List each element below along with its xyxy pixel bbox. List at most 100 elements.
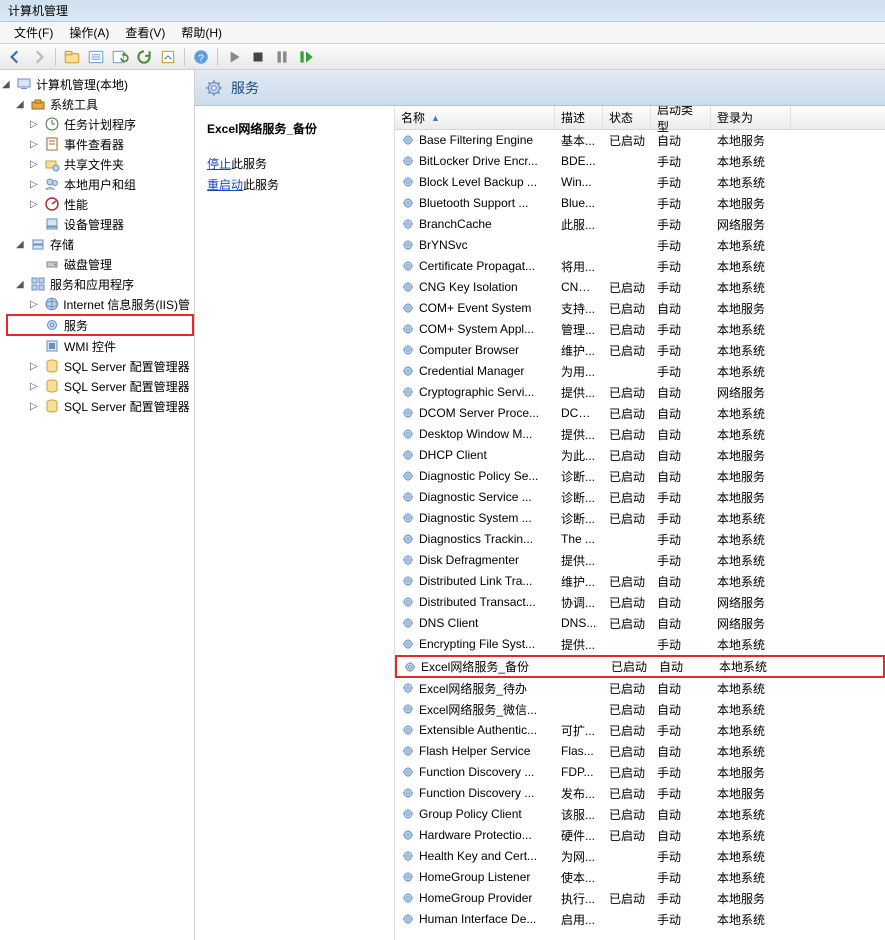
table-row[interactable]: Distributed Transact...协调...已启动自动网络服务 — [395, 592, 885, 613]
col-description[interactable]: 描述 — [555, 106, 603, 129]
expand-icon[interactable]: ▷ — [30, 119, 40, 130]
expand-icon[interactable]: ▷ — [30, 361, 40, 372]
table-row[interactable]: Function Discovery ...发布...已启动手动本地服务 — [395, 783, 885, 804]
tree-item[interactable]: ▷SQL Server 配置管理器 — [30, 376, 194, 396]
tree-item[interactable]: 磁盘管理 — [30, 254, 194, 274]
table-row[interactable]: BitLocker Drive Encr...BDE...手动本地系统 — [395, 151, 885, 172]
table-row[interactable]: DCOM Server Proce...DCO...已启动自动本地系统 — [395, 403, 885, 424]
table-row[interactable]: Excel网络服务_待办已启动自动本地系统 — [395, 678, 885, 699]
restart-link[interactable]: 重启动 — [207, 178, 243, 192]
table-row[interactable]: HomeGroup Listener使本...手动本地系统 — [395, 867, 885, 888]
list-rows[interactable]: Base Filtering Engine基本...已启动自动本地服务BitLo… — [395, 130, 885, 940]
expand-icon[interactable]: ▷ — [30, 179, 40, 190]
menu-item[interactable]: 帮助(H) — [173, 22, 230, 43]
tree-item[interactable]: ▷共享文件夹 — [30, 154, 194, 174]
service-logon: 本地服务 — [711, 132, 791, 149]
tree-item[interactable]: WMI 控件 — [30, 336, 194, 356]
table-row[interactable]: Block Level Backup ...Win...手动本地系统 — [395, 172, 885, 193]
table-row[interactable]: Distributed Link Tra...维护...已启动自动本地系统 — [395, 571, 885, 592]
list-button[interactable] — [85, 47, 107, 67]
tree-section[interactable]: ◢系统工具 — [16, 94, 194, 114]
table-row[interactable]: Excel网络服务_微信...已启动自动本地系统 — [395, 699, 885, 720]
table-row[interactable]: Diagnostic Service ...诊断...已启动手动本地服务 — [395, 487, 885, 508]
pause-button[interactable] — [271, 47, 293, 67]
expand-icon[interactable]: ▷ — [30, 139, 40, 150]
expand-icon[interactable]: ▷ — [30, 401, 40, 412]
tree-root[interactable]: ◢ 计算机管理(本地) — [2, 74, 194, 94]
refresh-list-button[interactable] — [109, 47, 131, 67]
table-row[interactable]: Computer Browser维护...已启动手动本地系统 — [395, 340, 885, 361]
collapse-icon[interactable]: ◢ — [16, 99, 26, 110]
table-row[interactable]: Health Key and Cert...为网...手动本地系统 — [395, 846, 885, 867]
service-startup: 手动 — [651, 510, 711, 527]
tree-item[interactable]: 设备管理器 — [30, 214, 194, 234]
table-row[interactable]: Encrypting File Syst...提供...手动本地系统 — [395, 634, 885, 655]
export-button[interactable] — [157, 47, 179, 67]
table-row[interactable]: DNS ClientDNS...已启动自动网络服务 — [395, 613, 885, 634]
table-row[interactable]: Disk Defragmenter提供...手动本地系统 — [395, 550, 885, 571]
table-row[interactable]: Hardware Protectio...硬件...已启动自动本地系统 — [395, 825, 885, 846]
table-row[interactable]: Cryptographic Servi...提供...已启动自动网络服务 — [395, 382, 885, 403]
expand-icon[interactable]: ▷ — [30, 381, 40, 392]
table-row[interactable]: HomeGroup Provider执行...已启动手动本地服务 — [395, 888, 885, 909]
restart-button[interactable] — [295, 47, 317, 67]
collapse-icon[interactable]: ◢ — [16, 239, 26, 250]
table-row[interactable]: Base Filtering Engine基本...已启动自动本地服务 — [395, 130, 885, 151]
table-row[interactable]: CNG Key IsolationCNG...已启动手动本地系统 — [395, 277, 885, 298]
table-row[interactable]: Flash Helper ServiceFlas...已启动自动本地系统 — [395, 741, 885, 762]
tree-item[interactable]: ▷SQL Server 配置管理器 — [30, 356, 194, 376]
expand-icon[interactable]: ▷ — [30, 159, 40, 170]
table-row[interactable]: Certificate Propagat...将用...手动本地系统 — [395, 256, 885, 277]
help-button[interactable]: ? — [190, 47, 212, 67]
table-row[interactable]: COM+ System Appl...管理...已启动手动本地系统 — [395, 319, 885, 340]
tree-section-label: 存储 — [50, 236, 74, 253]
table-row[interactable]: Diagnostic System ...诊断...已启动手动本地系统 — [395, 508, 885, 529]
table-row[interactable]: Bluetooth Support ...Blue...手动本地服务 — [395, 193, 885, 214]
tree-section[interactable]: ◢服务和应用程序 — [16, 274, 194, 294]
expand-icon[interactable]: ▷ — [30, 199, 40, 210]
tree-item[interactable]: 服务 — [6, 314, 194, 336]
service-status: 已启动 — [603, 447, 651, 464]
table-row[interactable]: Extensible Authentic...可扩...已启动手动本地系统 — [395, 720, 885, 741]
tree-item[interactable]: ▷性能 — [30, 194, 194, 214]
tree-item[interactable]: ▷本地用户和组 — [30, 174, 194, 194]
col-status[interactable]: 状态 — [603, 106, 651, 129]
back-button[interactable] — [4, 47, 26, 67]
menu-item[interactable]: 查看(V) — [117, 22, 173, 43]
play-button[interactable] — [223, 47, 245, 67]
table-row[interactable]: Human Interface De...启用...手动本地系统 — [395, 909, 885, 930]
service-logon: 本地系统 — [711, 806, 791, 823]
table-row[interactable]: Credential Manager为用...手动本地系统 — [395, 361, 885, 382]
tree-section[interactable]: ◢ 存储 — [16, 234, 194, 254]
folder-button[interactable] — [61, 47, 83, 67]
tree-item[interactable]: ▷任务计划程序 — [30, 114, 194, 134]
service-status: 已启动 — [605, 658, 653, 675]
collapse-icon[interactable]: ◢ — [16, 279, 26, 290]
table-row[interactable]: BranchCache此服...手动网络服务 — [395, 214, 885, 235]
expand-icon[interactable]: ▷ — [30, 299, 40, 310]
table-row[interactable]: Diagnostic Policy Se...诊断...已启动自动本地服务 — [395, 466, 885, 487]
collapse-icon[interactable]: ◢ — [2, 79, 12, 90]
table-row[interactable]: COM+ Event System支持...已启动自动本地服务 — [395, 298, 885, 319]
refresh-button[interactable] — [133, 47, 155, 67]
table-row[interactable]: Desktop Window M...提供...已启动自动本地系统 — [395, 424, 885, 445]
tree-item[interactable]: ▷事件查看器 — [30, 134, 194, 154]
table-row[interactable]: Excel网络服务_备份已启动自动本地系统 — [395, 655, 885, 678]
table-row[interactable]: BrYNSvc手动本地系统 — [395, 235, 885, 256]
service-gear-icon — [401, 175, 415, 189]
tree-item[interactable]: ▷SQL Server 配置管理器 — [30, 396, 194, 416]
forward-button[interactable] — [28, 47, 50, 67]
table-row[interactable]: Diagnostics Trackin...The ...手动本地系统 — [395, 529, 885, 550]
col-startup[interactable]: 启动类型 — [651, 106, 711, 129]
menu-item[interactable]: 文件(F) — [6, 22, 61, 43]
table-row[interactable]: Group Policy Client该服...已启动自动本地系统 — [395, 804, 885, 825]
storage-icon — [30, 236, 46, 252]
col-name[interactable]: 名称 ▲ — [395, 106, 555, 129]
menu-item[interactable]: 操作(A) — [61, 22, 117, 43]
table-row[interactable]: DHCP Client为此...已启动自动本地服务 — [395, 445, 885, 466]
stop-button[interactable] — [247, 47, 269, 67]
col-logon[interactable]: 登录为 — [711, 106, 791, 129]
stop-link[interactable]: 停止 — [207, 157, 231, 171]
tree-item[interactable]: ▷Internet 信息服务(IIS)管 — [30, 294, 194, 314]
table-row[interactable]: Function Discovery ...FDP...已启动手动本地服务 — [395, 762, 885, 783]
